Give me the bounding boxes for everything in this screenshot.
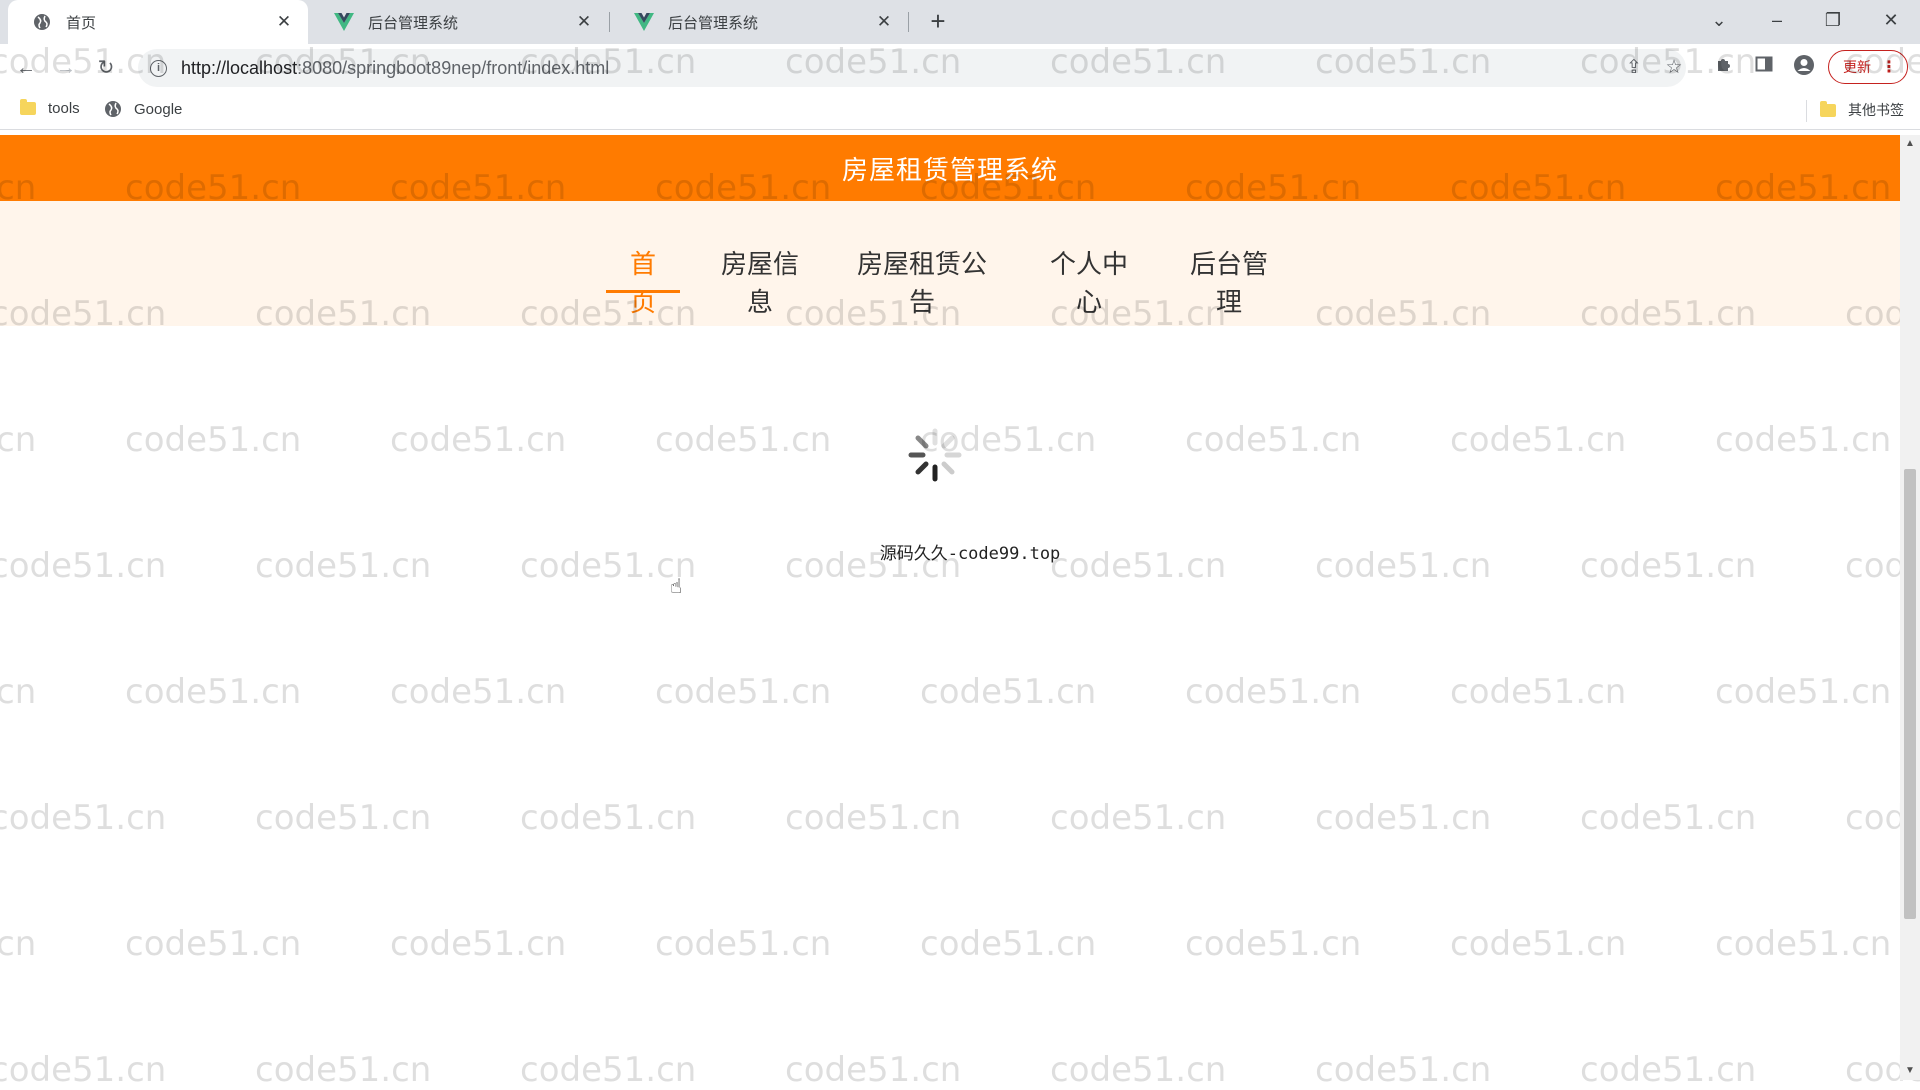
- tab-separator: [908, 12, 909, 32]
- nav-item-rental-notice[interactable]: 房屋租赁公告: [846, 245, 998, 317]
- other-bookmarks-label: 其他书签: [1848, 102, 1904, 118]
- tab-title: 首页: [66, 14, 97, 32]
- reload-icon[interactable]: ↻: [92, 54, 120, 82]
- loading-spinner-icon: [908, 428, 962, 482]
- close-icon[interactable]: ✕: [874, 12, 894, 32]
- tab-search-icon[interactable]: ⌄: [1696, 0, 1742, 44]
- bookmark-tools[interactable]: tools: [20, 99, 80, 117]
- nav-item-home[interactable]: 首页: [606, 245, 680, 317]
- vue-logo-icon: [334, 12, 354, 32]
- nav-item-personal-center[interactable]: 个人中心: [1038, 245, 1140, 317]
- url-text: http://localhost:8080/springboot89nep/fr…: [181, 57, 610, 78]
- minimize-icon[interactable]: –: [1754, 0, 1800, 44]
- globe-icon: [105, 101, 121, 117]
- close-icon[interactable]: ✕: [574, 12, 594, 32]
- loading-text: 源码久久-code99.top: [879, 544, 1061, 564]
- folder-icon: [1820, 100, 1836, 117]
- other-bookmarks[interactable]: 其他书签: [1820, 100, 1904, 120]
- browser-toolbar: ← → ↻ i http://localhost:8080/springboot…: [0, 44, 1920, 92]
- tab-admin-1[interactable]: 后台管理系统 ✕: [310, 0, 608, 44]
- share-icon[interactable]: ⇪: [1620, 54, 1648, 82]
- site-title: 房屋租赁管理系统: [841, 154, 1058, 185]
- tab-title: 后台管理系统: [368, 14, 459, 32]
- window-close-icon[interactable]: ✕: [1868, 0, 1914, 44]
- star-icon[interactable]: ☆: [1660, 54, 1688, 82]
- restore-icon[interactable]: ❐: [1810, 0, 1856, 44]
- vue-logo-icon: [634, 12, 654, 32]
- site-header: 房屋租赁管理系统: [0, 135, 1900, 201]
- update-label: 更新: [1843, 59, 1871, 75]
- bookmark-label: Google: [134, 100, 183, 118]
- update-button[interactable]: 更新 ⋮: [1828, 50, 1908, 84]
- bookmark-google[interactable]: Google: [104, 100, 182, 118]
- extensions-icon[interactable]: [1710, 54, 1738, 82]
- scroll-up-icon[interactable]: ▲: [1900, 135, 1920, 153]
- tab-admin-2[interactable]: 后台管理系统 ✕: [610, 0, 908, 44]
- site-nav: 首页 房屋信息 房屋租赁公告 个人中心 后台管理: [0, 201, 1900, 326]
- folder-icon: [20, 99, 36, 115]
- back-icon[interactable]: ←: [12, 54, 40, 82]
- address-bar[interactable]: i http://localhost:8080/springboot89nep/…: [138, 49, 1686, 87]
- scrollbar[interactable]: ▲ ▼: [1900, 135, 1920, 1080]
- side-panel-icon[interactable]: [1750, 54, 1778, 82]
- nav-item-house-info[interactable]: 房屋信息: [709, 245, 811, 317]
- info-icon[interactable]: i: [150, 59, 167, 77]
- bookmarks-bar: tools Google 其他书签: [0, 92, 1920, 130]
- page-viewport: 房屋租赁管理系统 首页 房屋信息 房屋租赁公告 个人中心 后台管理 源码久久-c…: [0, 135, 1900, 1080]
- bookmark-label: tools: [48, 100, 80, 117]
- menu-icon[interactable]: ⋮: [1881, 57, 1897, 77]
- close-icon[interactable]: ✕: [274, 12, 294, 32]
- new-tab-button[interactable]: +: [922, 6, 954, 38]
- tab-home[interactable]: 首页 ✕: [8, 0, 308, 44]
- bookmark-separator: [1806, 100, 1807, 122]
- tab-title: 后台管理系统: [668, 14, 759, 32]
- forward-icon[interactable]: →: [52, 54, 80, 82]
- tab-strip: 首页 ✕ 后台管理系统 ✕ 后台管理系统 ✕ + ⌄ – ❐ ✕: [0, 0, 1920, 44]
- scroll-thumb[interactable]: [1904, 469, 1916, 919]
- hand-cursor-icon: ☝: [670, 576, 683, 598]
- profile-icon[interactable]: [1790, 54, 1818, 82]
- globe-icon: [32, 12, 52, 32]
- scroll-down-icon[interactable]: ▼: [1900, 1062, 1920, 1080]
- nav-item-admin[interactable]: 后台管理: [1178, 245, 1280, 317]
